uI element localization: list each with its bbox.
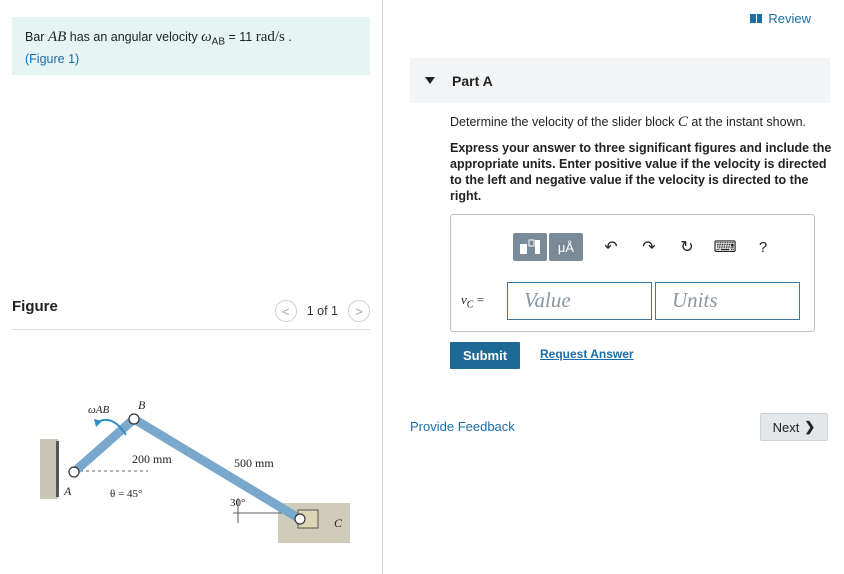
submit-button[interactable]: Submit xyxy=(450,342,520,369)
next-button[interactable]: Next ❯ xyxy=(760,413,828,441)
review-link[interactable]: Review xyxy=(750,11,811,26)
next-figure-button[interactable]: > xyxy=(348,300,370,322)
answer-instructions: Express your answer to three significant… xyxy=(450,141,832,203)
answer-box: μÅ ↶ ↷ ↻ ⌨ ? vC = Value Units xyxy=(450,214,815,332)
figure-header: Figure < 1 of 1 > xyxy=(12,296,370,330)
figure-pager: < 1 of 1 > xyxy=(274,300,370,322)
undo-icon[interactable]: ↶ xyxy=(599,235,623,259)
wall-support xyxy=(40,439,58,499)
templates-button[interactable] xyxy=(513,233,547,261)
templates-icon xyxy=(520,239,540,254)
redo-icon[interactable]: ↷ xyxy=(637,235,661,259)
omega-subscript: AB xyxy=(211,36,226,48)
wall-face xyxy=(56,441,59,497)
units-input[interactable]: Units xyxy=(655,282,800,320)
problem-period: . xyxy=(284,30,292,44)
problem-text-before: Bar xyxy=(25,30,48,44)
pin-c xyxy=(294,513,306,525)
label-500mm: 500 mm xyxy=(234,456,274,470)
label-30deg: 30° xyxy=(230,497,245,509)
reset-icon[interactable]: ↻ xyxy=(675,235,699,259)
help-icon[interactable]: ? xyxy=(751,235,775,259)
label-theta: θ = 45° xyxy=(110,488,142,500)
problem-equals: = 11 xyxy=(225,30,256,44)
question-var: C xyxy=(677,114,688,130)
label-omega: ωAB xyxy=(88,404,109,416)
value-input[interactable]: Value xyxy=(507,282,652,320)
next-label: Next xyxy=(772,419,800,435)
omega-symbol: ω xyxy=(201,29,212,45)
provide-feedback-link[interactable]: Provide Feedback xyxy=(410,419,515,434)
question-text: Determine the velocity of the slider blo… xyxy=(450,114,830,130)
problem-text-mid: has an angular velocity xyxy=(66,30,202,44)
figure-title: Figure xyxy=(12,298,58,315)
part-a-header[interactable]: Part A xyxy=(410,58,830,103)
vc-label-eq: = xyxy=(473,291,485,307)
part-title: Part A xyxy=(452,73,493,89)
keyboard-icon[interactable]: ⌨ xyxy=(713,235,737,259)
vc-label: vC = xyxy=(461,292,507,311)
figure-link[interactable]: (Figure 1) xyxy=(25,52,79,66)
bar-variable: AB xyxy=(47,29,67,45)
request-answer-link[interactable]: Request Answer xyxy=(540,347,634,361)
label-b: B xyxy=(138,398,146,412)
math-toolbar: μÅ ↶ ↷ ↻ ⌨ ? xyxy=(513,233,775,261)
angular-velocity-unit: rad/s xyxy=(255,29,285,45)
pin-a xyxy=(68,466,80,478)
label-a: A xyxy=(63,484,72,498)
chevron-right-icon: ❯ xyxy=(804,419,816,434)
review-label: Review xyxy=(768,11,811,26)
pin-b xyxy=(128,413,140,425)
mechanism-figure: ωAB B A C 200 mm 500 mm θ = 45° 30° xyxy=(40,398,350,543)
bar-ab xyxy=(69,414,139,477)
collapse-triangle-icon xyxy=(425,77,435,84)
problem-statement: Bar AB has an angular velocity ωAB = 11 … xyxy=(12,17,370,75)
label-200mm: 200 mm xyxy=(132,452,172,466)
question-text-after: at the instant shown. xyxy=(687,115,807,129)
answer-input-row: vC = Value Units xyxy=(461,282,803,320)
bar-bc xyxy=(129,414,305,524)
figure-count: 1 of 1 xyxy=(306,304,338,318)
book-icon xyxy=(750,14,763,23)
prev-figure-button[interactable]: < xyxy=(274,300,297,322)
left-column: Bar AB has an angular velocity ωAB = 11 … xyxy=(0,0,383,574)
question-text-before: Determine the velocity of the slider blo… xyxy=(450,115,678,129)
label-c: C xyxy=(334,516,343,530)
units-button[interactable]: μÅ xyxy=(549,233,583,261)
